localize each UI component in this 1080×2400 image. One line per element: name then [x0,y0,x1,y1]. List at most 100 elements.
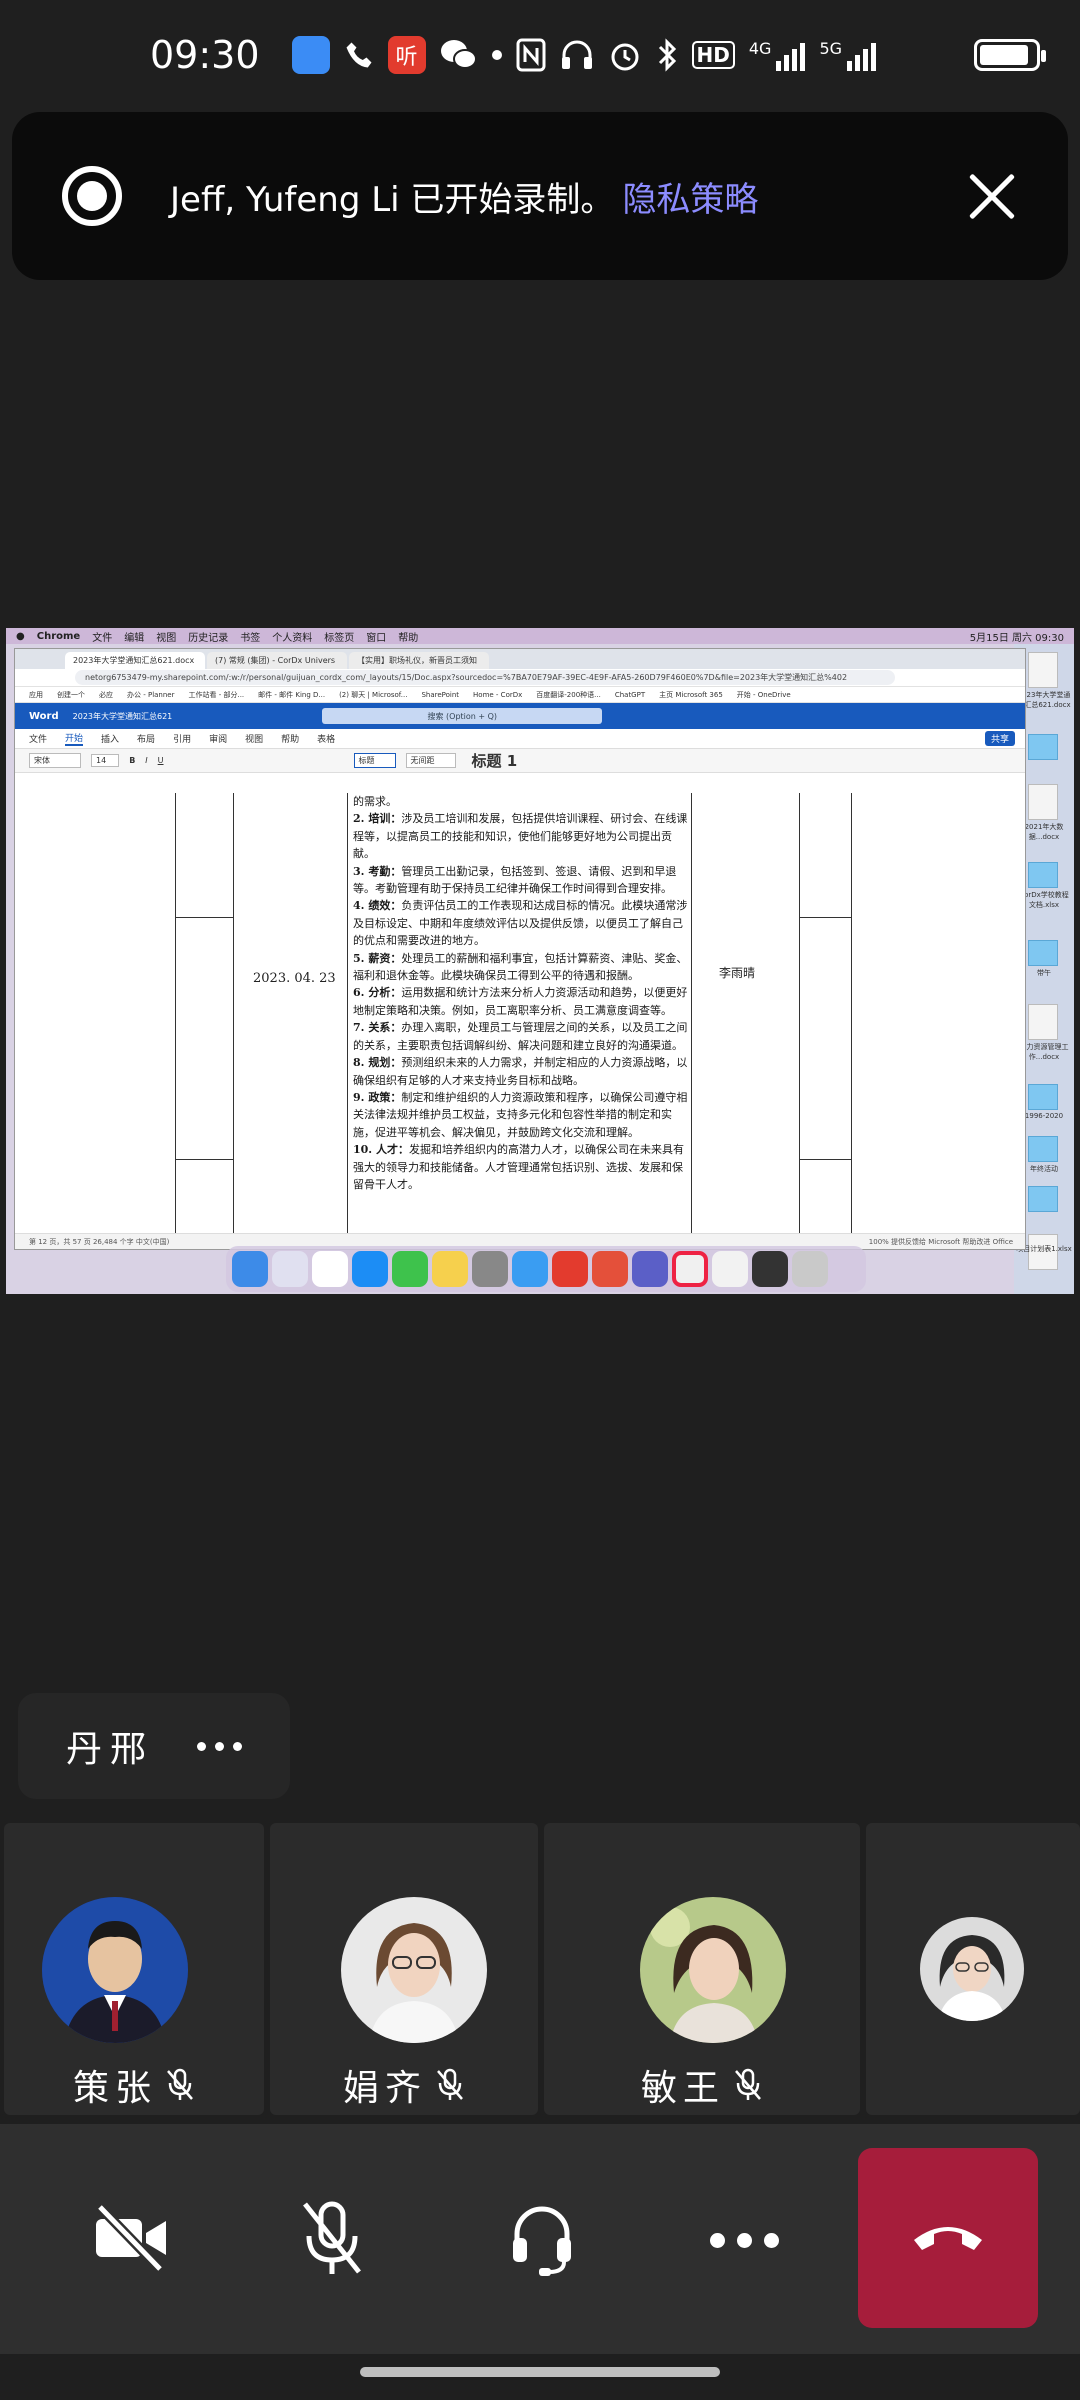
doc-item-heading: 7. 关系： [353,1021,402,1035]
bookmark: 创建一个 [57,690,85,699]
folder-icon [1028,1186,1058,1212]
mic-off-icon [435,2068,465,2102]
doc-item-heading: 4. 绩效： [353,899,402,913]
doc-item-text: 预测组织未来的人力需求，并制定相应的人力资源战略，以确保组织有足够的人才来支持业… [353,1056,688,1087]
mac-menu-item: 个人资料 [272,632,313,644]
mac-dock [226,1246,866,1292]
heading-style-box: 标题 1 [471,752,518,770]
table-border [175,1159,233,1160]
netease-music-icon: 听 [387,35,426,75]
address-bar: netorg6753479-my.sharepoint.com/:w:/r/pe… [15,669,1025,687]
doc-paragraph: 9. 政策：制定和维护组织的人力资源政策和程序，以确保公司遵守相关法律法规并维护… [353,1089,689,1141]
browser-window: 2023年大学堂通知汇总621.docx (7) 常规 (集团) - CorDx… [14,648,1026,1250]
table-border [233,793,234,1235]
screenshot-app-icon [752,1251,788,1287]
pdf-app-icon [592,1251,628,1287]
word-ribbon: 宋体 14 B I U 标题 无间距 标题 1 [15,749,1025,773]
participant-tile[interactable]: 策张 [4,1823,264,2115]
bookmark: 应用 [29,690,43,699]
teams-icon [632,1251,668,1287]
hang-up-icon [908,2216,988,2260]
more-options-button[interactable] [684,2180,804,2300]
alarm-icon [608,35,642,75]
close-icon[interactable] [966,170,1018,222]
ribbon-tab: 插入 [101,735,120,745]
hd-icon: HD [691,35,735,75]
style-box: 标题 [353,753,396,768]
meeting-screen: 09:30 听 HD 4G 5G Jeff, Yufeng Li 已开始录制。 … [0,0,1080,2400]
recording-message: Jeff, Yufeng Li 已开始录制。 [170,179,615,220]
participant-name-row: 敏王 [544,2059,860,2111]
mac-menu-item: 文件 [92,632,113,644]
browser-tab-bar: 2023年大学堂通知汇总621.docx (7) 常规 (集团) - CorDx… [15,649,1025,669]
participant-tile[interactable]: 敏王 [544,1823,860,2115]
mac-clock: 5月15日 周六 09:30 [969,632,1064,644]
nfc-icon [516,35,546,75]
ribbon-tab: 引用 [173,735,192,745]
privacy-policy-link[interactable]: 隐私策略 [622,172,758,221]
doc-item-heading: 5. 薪资： [353,951,402,965]
headset-icon [507,2198,577,2282]
bluetooth-icon [656,35,678,75]
url-text: netorg6753479-my.sharepoint.com/:w:/r/pe… [75,670,895,685]
doc-item-text: 制定和维护组织的人力资源政策和程序，以确保公司遵守相关法律法规并维护员工权益，支… [353,1090,688,1139]
more-options-icon[interactable] [197,1741,242,1751]
browser-tab: 2023年大学堂通知汇总621.docx [65,652,205,669]
word-share-button: 共享 [984,731,1015,746]
participant-tile[interactable]: 娟齐 [270,1823,538,2115]
doc-paragraph: 10. 人才：发掘和培养组织内的高潜力人才，以确保公司在未来具有强大的领导力和技… [353,1141,689,1193]
doc-item-heading: 2. 培训： [353,812,402,826]
active-speaker-chip[interactable]: 丹邢 [18,1693,290,1799]
ribbon-tab: 布局 [137,735,156,745]
hang-up-button[interactable] [858,2148,1038,2328]
doc-paragraph: 8. 规划：预测组织未来的人力需求，并制定相应的人力资源战略，以确保组织有足够的… [353,1054,689,1089]
table-border [799,1159,851,1160]
mac-menu-item: 标签页 [324,632,355,644]
folder-icon [1028,1136,1058,1162]
participant-tile[interactable] [866,1823,1080,2115]
mac-menu-item: 书签 [240,632,261,644]
ribbon-tab: 帮助 [281,735,300,745]
record-icon [62,166,122,226]
wechat-dock-icon [392,1251,428,1287]
shared-screen: ● Chrome 文件 编辑 视图 历史记录 书签 个人资料 标签页 窗口 帮助… [6,628,1074,1294]
underline-icon: U [157,756,164,765]
bookmark: Home - CorDx [473,690,523,699]
word-ribbon-tabs: 文件 开始 插入 布局 引用 审阅 视图 帮助 表格 共享 [15,729,1025,749]
call-controls-bar [0,2124,1080,2354]
signal-4g-icon: 4G [749,35,806,75]
mic-off-icon [297,2198,367,2282]
finder-icon [232,1251,268,1287]
word-status-left: 第 12 页，共 57 页 26,484 个字 中文(中国) [29,1237,170,1246]
dot-icon [491,35,502,75]
app-store-icon [352,1251,388,1287]
mac-menu-item: 历史记录 [188,632,229,644]
doc-item-heading: 8. 规划： [353,1056,402,1070]
bold-icon: B [129,756,136,765]
battery-icon [974,39,1046,71]
active-speaker-name: 丹邢 [66,1729,155,1770]
bookmarks-bar: 应用 创建一个 必应 办公 - Planner 工作站看 - 部分... 邮件 … [15,687,1025,703]
table-border [691,793,692,1235]
microphone-toggle-button[interactable] [272,2180,392,2300]
doc-item-text: 处理员工的薪酬和福利事宜，包括计算薪资、津贴、奖金、福利和退休金等。此模块确保员… [353,951,688,983]
doc-paragraph: 3. 考勤：管理员工出勤记录，包括签到、签退、请假、迟到和早退等。考勤管理有助于… [353,863,689,898]
bookmark: 办公 - Planner [127,690,175,699]
bookmark: 必应 [99,690,113,699]
home-indicator[interactable] [360,2367,720,2377]
participant-name-row: 娟齐 [270,2059,538,2111]
file-icon [1028,652,1058,688]
ribbon-tab: 文件 [29,735,48,745]
word-status-right: 100% 提供反馈给 Microsoft 帮助改进 Office [868,1237,1013,1246]
bookmark: 工作站看 - 部分... [188,690,245,699]
word-search-box: 搜索 (Option + Q) [322,708,603,724]
audio-output-button[interactable] [482,2180,602,2300]
file-icon [1028,1004,1058,1040]
bookmark: 主页 Microsoft 365 [659,690,723,699]
file-icon [1028,784,1058,820]
camera-toggle-button[interactable] [72,2180,192,2300]
chrome-icon [672,1251,708,1287]
word-app-name: Word [29,710,59,722]
bookmark: 邮件 - 邮件 King D... [258,690,326,699]
ribbon-tab: 视图 [245,735,264,745]
